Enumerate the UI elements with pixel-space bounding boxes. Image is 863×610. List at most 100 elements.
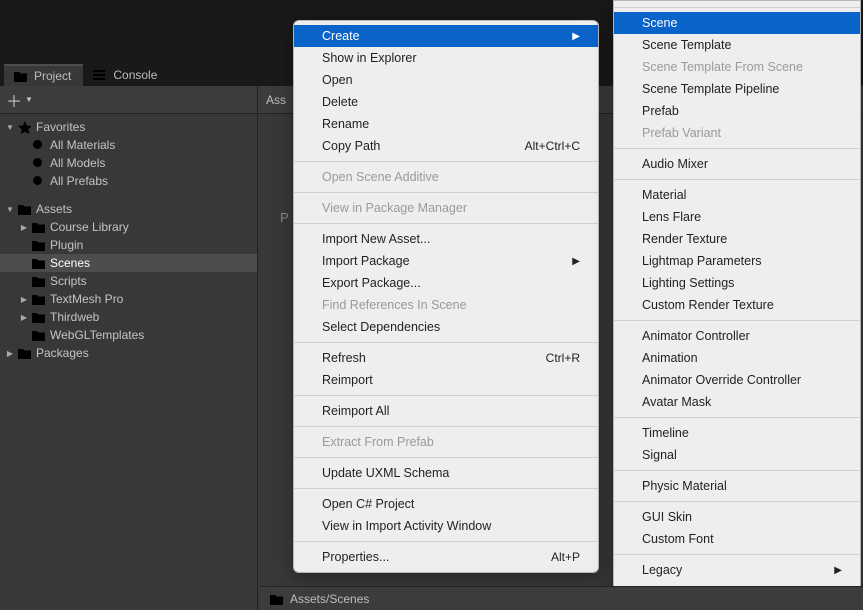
ctx-create-item-18[interactable]: Animator Controller (614, 325, 860, 347)
tree-assets[interactable]: ▼Assets (0, 200, 257, 218)
menu-item-label: Update UXML Schema (322, 466, 449, 480)
ctx-project-item-27[interactable]: View in Import Activity Window (294, 515, 598, 537)
ctx-create-item-6[interactable]: Prefab (614, 100, 860, 122)
menu-separator (614, 501, 860, 502)
tree-label: All Models (50, 156, 105, 170)
tree-asset-item[interactable]: ▶TextMesh Pro (0, 290, 257, 308)
menu-item-label: Show in Explorer (322, 51, 417, 65)
menu-separator (294, 457, 598, 458)
ctx-project-item-3[interactable]: Delete (294, 91, 598, 113)
menu-item-label: Rename (322, 117, 369, 131)
ctx-create-item-3[interactable]: Scene Template (614, 34, 860, 56)
ctx-project-item-12[interactable]: Import Package▶ (294, 250, 598, 272)
menu-item-label: Find References In Scene (322, 298, 467, 312)
chevron-right-icon: ▶ (572, 31, 580, 42)
menu-item-label: Create (322, 29, 360, 43)
ctx-project-item-7: Open Scene Additive (294, 166, 598, 188)
ctx-create-item-11[interactable]: Material (614, 184, 860, 206)
menu-item-label: Physic Material (642, 479, 727, 493)
folder-icon (30, 256, 46, 270)
menu-separator (614, 470, 860, 471)
ctx-create-item-26[interactable]: Physic Material (614, 475, 860, 497)
tab-label: Console (113, 68, 157, 82)
ctx-project-item-15[interactable]: Select Dependencies (294, 316, 598, 338)
tree-label: Packages (36, 346, 89, 360)
ctx-create-item-19[interactable]: Animation (614, 347, 860, 369)
menu-item-label: Scene Template Pipeline (642, 82, 779, 96)
tree-asset-item[interactable]: ▶Course Library (0, 218, 257, 236)
ctx-project-item-26[interactable]: Open C# Project (294, 493, 598, 515)
ctx-create-item-2[interactable]: Scene (614, 12, 860, 34)
folder-icon (30, 238, 46, 252)
ctx-project-item-5[interactable]: Copy PathAlt+Ctrl+C (294, 135, 598, 157)
tree-asset-item[interactable]: ▶Plugin (0, 236, 257, 254)
tab-project[interactable]: Project (4, 64, 83, 86)
tree-fav-item[interactable]: ▶All Materials (0, 136, 257, 154)
menu-item-label: Legacy (642, 563, 682, 577)
chevron-icon: ▶ (4, 349, 16, 358)
tree-label: All Prefabs (50, 174, 108, 188)
tree-fav-item[interactable]: ▶All Models (0, 154, 257, 172)
ctx-project-item-14: Find References In Scene (294, 294, 598, 316)
chevron-icon: ▼ (4, 123, 16, 132)
menu-item-label: Material (642, 188, 686, 202)
menu-shortcut: Alt+Ctrl+C (525, 139, 580, 153)
ctx-create-item-20[interactable]: Animator Override Controller (614, 369, 860, 391)
menu-item-label: Scene Template From Scene (642, 60, 803, 74)
ctx-create-item-29[interactable]: Custom Font (614, 528, 860, 550)
menu-item-label: Open C# Project (322, 497, 414, 511)
ctx-create-item-14[interactable]: Lightmap Parameters (614, 250, 860, 272)
ctx-project-item-18[interactable]: Reimport (294, 369, 598, 391)
menu-item-label: Open (322, 73, 353, 87)
tree-asset-item[interactable]: ▶WebGLTemplates (0, 326, 257, 344)
ctx-create-item-15[interactable]: Lighting Settings (614, 272, 860, 294)
tree-asset-item[interactable]: ▶Thirdweb (0, 308, 257, 326)
ctx-project-item-20[interactable]: Reimport All (294, 400, 598, 422)
ctx-create-item-23[interactable]: Timeline (614, 422, 860, 444)
breadcrumb[interactable]: Assets/Scenes (260, 586, 863, 610)
ctx-project-item-0[interactable]: Create ▶ (294, 25, 598, 47)
menu-item-label: Custom Render Texture (642, 298, 774, 312)
ctx-create-item-16[interactable]: Custom Render Texture (614, 294, 860, 316)
tab-label: Project (34, 69, 71, 83)
tab-console[interactable]: Console (83, 64, 169, 86)
tree-label: Thirdweb (50, 310, 99, 324)
ctx-create-item-0: TextMeshPro▶ (614, 0, 860, 3)
tree-label: WebGLTemplates (50, 328, 144, 342)
menu-item-label: Properties... (322, 550, 389, 564)
tree-asset-item[interactable]: ▶Scenes (0, 254, 257, 272)
ctx-create-item-28[interactable]: GUI Skin (614, 506, 860, 528)
ctx-create-item-21[interactable]: Avatar Mask (614, 391, 860, 413)
ctx-create-item-4: Scene Template From Scene (614, 56, 860, 78)
ctx-create-item-24[interactable]: Signal (614, 444, 860, 466)
ctx-project-item-13[interactable]: Export Package... (294, 272, 598, 294)
tree-fav-item[interactable]: ▶All Prefabs (0, 172, 257, 190)
ctx-create-item-13[interactable]: Render Texture (614, 228, 860, 250)
chevron-icon: ▶ (18, 295, 30, 304)
menu-separator (614, 148, 860, 149)
tree-label: Scripts (50, 274, 87, 288)
menu-separator (294, 395, 598, 396)
ctx-project-item-1[interactable]: Show in Explorer (294, 47, 598, 69)
ctx-create-item-5[interactable]: Scene Template Pipeline (614, 78, 860, 100)
menu-item-label: Animator Override Controller (642, 373, 801, 387)
add-button[interactable]: ＋▼ (6, 88, 33, 112)
ctx-project-item-17[interactable]: RefreshCtrl+R (294, 347, 598, 369)
ctx-create-item-12[interactable]: Lens Flare (614, 206, 860, 228)
ctx-create-item-31[interactable]: Legacy▶ (614, 559, 860, 581)
ctx-project-item-29[interactable]: Properties...Alt+P (294, 546, 598, 568)
ctx-create-item-9[interactable]: Audio Mixer (614, 153, 860, 175)
ctx-project-item-9: View in Package Manager (294, 197, 598, 219)
ctx-project-item-11[interactable]: Import New Asset... (294, 228, 598, 250)
ctx-project-item-4[interactable]: Rename (294, 113, 598, 135)
ctx-project-item-2[interactable]: Open (294, 69, 598, 91)
menu-item-label: Extract From Prefab (322, 435, 434, 449)
tree-packages[interactable]: ▶ Packages (0, 344, 257, 362)
folder-icon (16, 202, 32, 216)
menu-item-label: Lighting Settings (642, 276, 734, 290)
tree-favorites[interactable]: ▼ Favorites (0, 118, 257, 136)
tree-asset-item[interactable]: ▶Scripts (0, 272, 257, 290)
ctx-project-item-24[interactable]: Update UXML Schema (294, 462, 598, 484)
chevron-icon: ▼ (4, 205, 16, 214)
tree-label: Favorites (36, 120, 85, 134)
